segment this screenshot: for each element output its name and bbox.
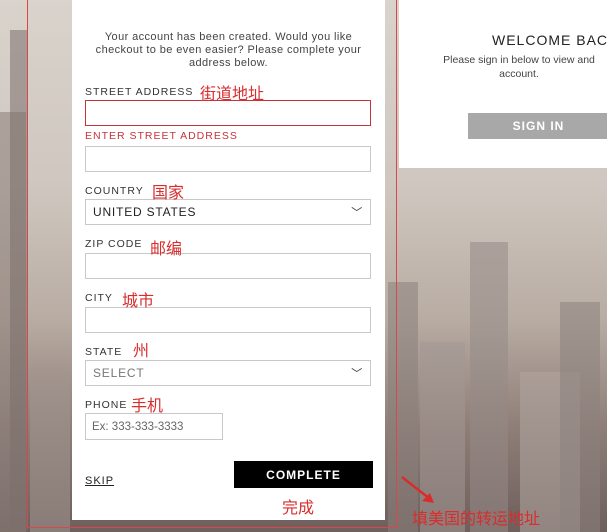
address-form: Your account has been created. Would you…: [72, 0, 385, 520]
annotation-street: 街道地址: [200, 86, 265, 103]
annotation-state: 州: [133, 343, 150, 360]
zip-code-input[interactable]: [85, 253, 371, 279]
annotation-zip: 邮编: [150, 241, 183, 258]
city-label: CITY: [85, 292, 113, 304]
street-address-label: STREET ADDRESS: [85, 86, 194, 98]
annotation-city: 城市: [122, 293, 155, 310]
state-value: SELECT: [93, 366, 145, 380]
street-address-line2-input[interactable]: [85, 146, 371, 172]
annotation-phone: 手机: [131, 398, 164, 415]
state-select[interactable]: SELECT ﹀: [85, 360, 371, 386]
signin-panel: WELCOME BACK Please sign in below to vie…: [399, 0, 607, 168]
skip-link[interactable]: SKIP: [85, 475, 114, 487]
annotation-shipping: 填美国的转运地址: [412, 511, 541, 528]
street-address-error: ENTER STREET ADDRESS: [85, 130, 238, 142]
chevron-down-icon: ﹀: [351, 368, 363, 380]
country-value: UNITED STATES: [93, 205, 197, 219]
building: [470, 242, 508, 532]
sign-in-button[interactable]: SIGN IN: [468, 113, 607, 139]
zip-code-label: ZIP CODE: [85, 238, 143, 250]
phone-input[interactable]: [85, 413, 223, 440]
building: [10, 30, 28, 530]
annotation-complete: 完成: [282, 500, 315, 517]
signin-description: Please sign in below to view and account…: [443, 54, 595, 80]
arrow-icon: [401, 476, 434, 503]
state-label: STATE: [85, 346, 123, 358]
complete-button[interactable]: COMPLETE: [234, 461, 373, 488]
country-select[interactable]: UNITED STATES ﹀: [85, 199, 371, 225]
annotation-country: 国家: [152, 185, 185, 202]
chevron-down-icon: ﹀: [351, 207, 363, 219]
country-label: COUNTRY: [85, 185, 144, 197]
building: [560, 302, 600, 532]
phone-label: PHONE: [85, 399, 128, 411]
intro-text: Your account has been created. Would you…: [95, 31, 362, 69]
welcome-title: WELCOME BACK: [492, 32, 607, 48]
